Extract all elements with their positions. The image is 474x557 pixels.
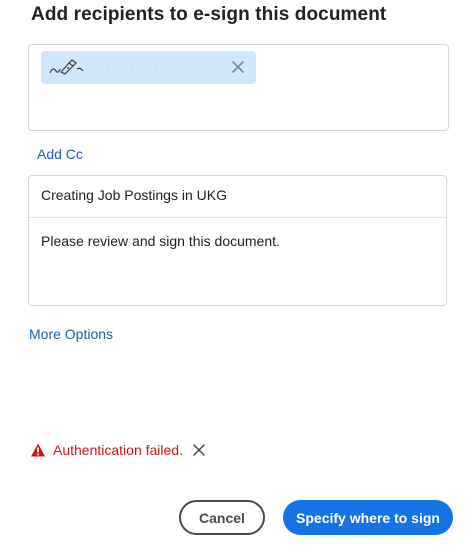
recipient-name-masked: · · · [107,61,166,75]
warning-icon [30,442,46,458]
close-icon[interactable] [192,443,206,457]
recipients-field[interactable]: · · · [28,44,449,131]
specify-where-to-sign-button[interactable]: Specify where to sign [283,500,453,535]
e-sign-dialog: Add recipients to e-sign this document ·… [0,0,474,557]
add-cc-link[interactable]: Add Cc [37,146,83,162]
cancel-button[interactable]: Cancel [179,500,265,535]
signature-pen-icon [47,58,87,78]
subject-field[interactable]: Creating Job Postings in UKG [29,176,446,218]
error-message: Authentication failed. [30,441,206,459]
error-text: Authentication failed. [53,442,183,458]
dialog-title: Add recipients to e-sign this document [31,4,387,25]
recipient-chip[interactable]: · · · [41,51,256,84]
more-options-link[interactable]: More Options [29,326,113,342]
message-body-field[interactable]: Please review and sign this document. [41,233,280,249]
close-icon[interactable] [230,59,246,75]
message-box: Creating Job Postings in UKG Please revi… [28,175,447,306]
